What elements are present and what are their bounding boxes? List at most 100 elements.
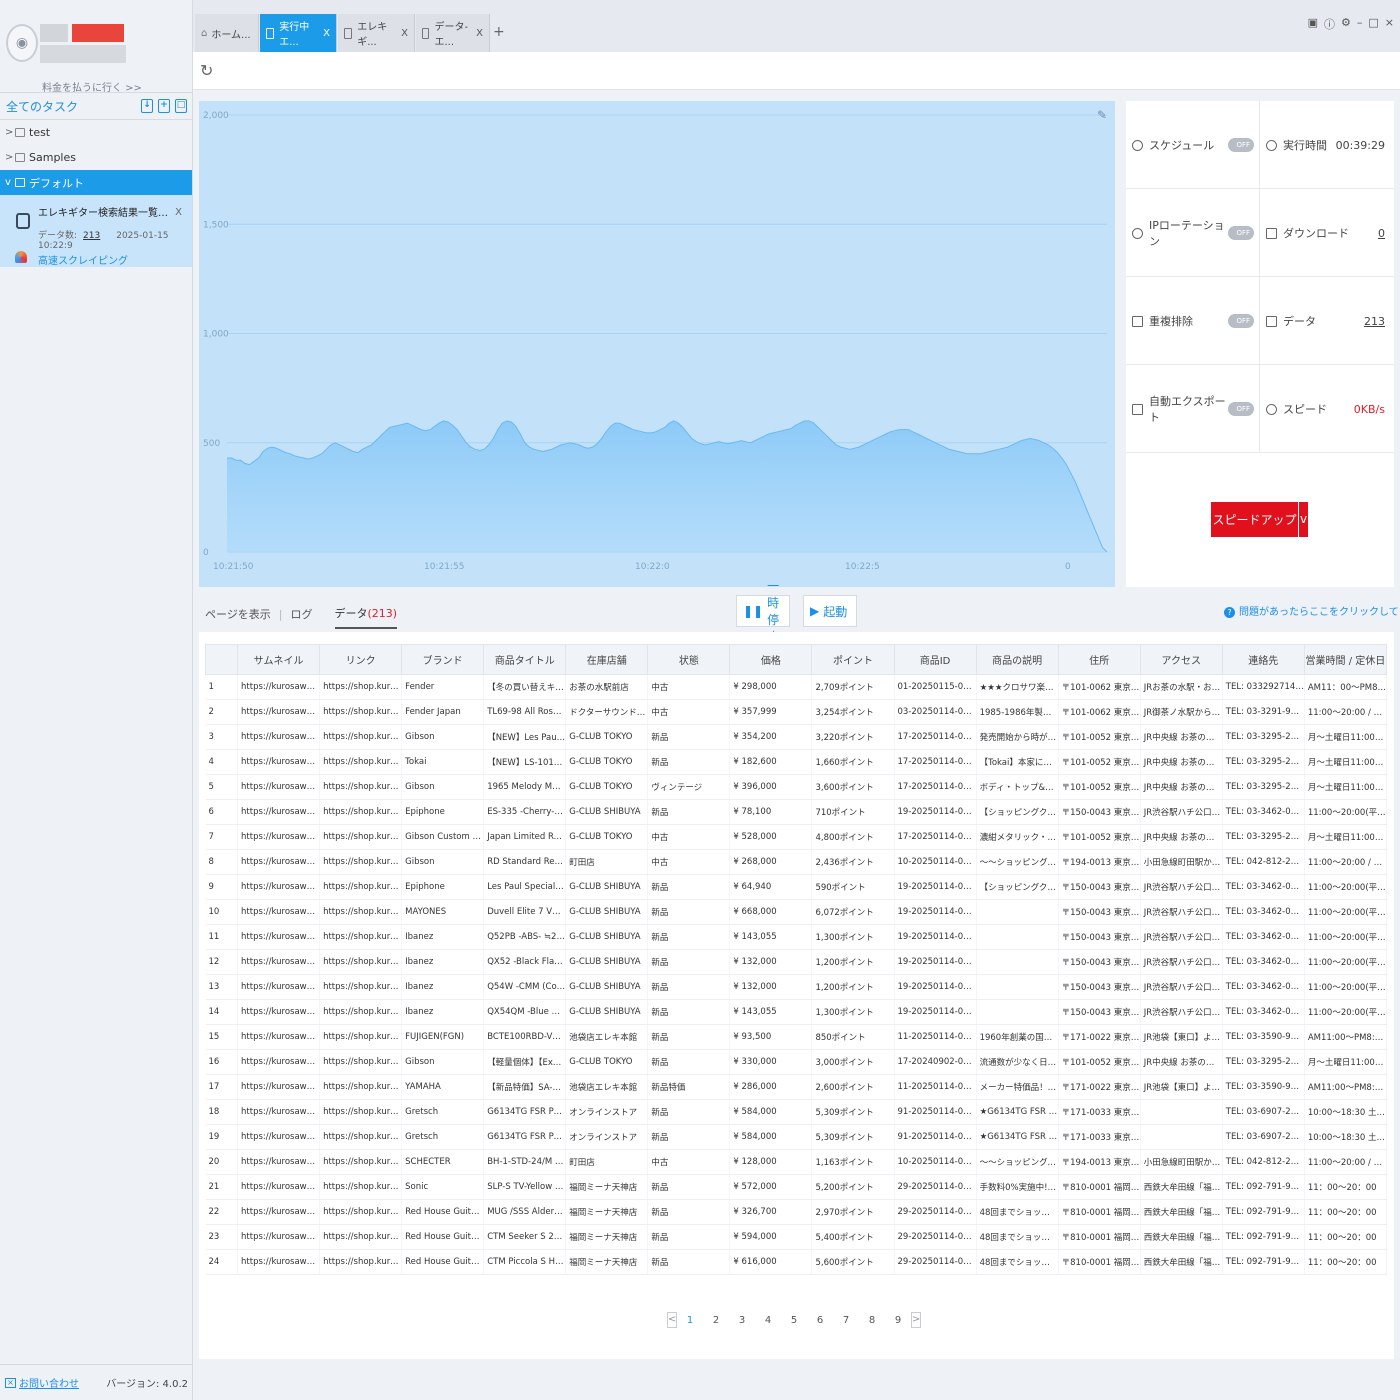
page-number[interactable]: 9: [885, 1315, 911, 1326]
column-header[interactable]: 商品タイトル: [483, 644, 567, 675]
table-row[interactable]: 13https://kurosawagakki.s3...https://sho…: [205, 974, 1388, 1000]
page-number[interactable]: 7: [833, 1315, 859, 1326]
column-header[interactable]: 住所: [1057, 644, 1141, 675]
table-row[interactable]: 2https://kurosawagakki.s3...https://shop…: [205, 699, 1388, 725]
table-row[interactable]: 22https://kurosawagakki.s3...https://sho…: [205, 1199, 1388, 1225]
table-row[interactable]: 23https://kurosawagakki.s3...https://sho…: [205, 1224, 1388, 1250]
speed-up-button[interactable]: スピードアップ v: [1211, 502, 1308, 537]
page-number[interactable]: 4: [755, 1315, 781, 1326]
tab-electric-guitar[interactable]: エレキギ... X: [338, 14, 415, 52]
download-value[interactable]: 0: [1378, 227, 1385, 240]
column-header[interactable]: サムネイル: [237, 644, 321, 675]
refresh-icon[interactable]: ↻: [200, 61, 213, 80]
page-number[interactable]: 5: [781, 1315, 807, 1326]
tab-data-view[interactable]: データ(213): [334, 605, 398, 629]
column-header[interactable]: ブランド: [401, 644, 485, 675]
data-value[interactable]: 213: [1364, 315, 1385, 328]
column-header[interactable]: 状態: [647, 644, 731, 675]
all-tasks-title[interactable]: 全てのタスク: [6, 98, 141, 115]
pause-button[interactable]: ❚❚ 一時停止: [736, 579, 790, 644]
page-number[interactable]: 2: [703, 1315, 729, 1326]
table-row[interactable]: 6https://kurosawagakki.s3...https://shop…: [205, 799, 1388, 825]
table-row[interactable]: 10https://kurosawagakki.s3...https://sho…: [205, 899, 1388, 925]
edit-icon[interactable]: ✎: [1097, 108, 1107, 122]
table-row[interactable]: 7https://kurosawagakki.s3...https://shop…: [205, 824, 1388, 850]
tab-close-icon[interactable]: X: [323, 28, 330, 39]
new-tab-button[interactable]: +: [493, 24, 505, 40]
chevron-down-icon[interactable]: v: [1298, 502, 1308, 537]
table-row[interactable]: 16https://kurosawagakki.s3...https://sho…: [205, 1049, 1388, 1075]
tab-close-icon[interactable]: X: [476, 28, 483, 39]
next-page-button[interactable]: >: [911, 1312, 921, 1328]
folder-test[interactable]: > test: [0, 120, 192, 145]
data-count-value[interactable]: 213: [83, 231, 100, 241]
column-header[interactable]: ポイント: [811, 644, 895, 675]
tab-home[interactable]: ⌂ ホーム...: [195, 14, 259, 52]
tab-log[interactable]: ログ: [291, 606, 313, 628]
close-window-icon[interactable]: ×: [1385, 16, 1394, 32]
minimize-icon[interactable]: –: [1357, 16, 1363, 32]
table-row[interactable]: 3https://kurosawagakki.s3...https://shop…: [205, 724, 1388, 750]
tab-running[interactable]: 実行中エ... X: [260, 14, 337, 52]
table-cell: 中古: [647, 1149, 731, 1175]
prev-page-button[interactable]: <: [667, 1312, 677, 1328]
import-task-icon[interactable]: ↓: [141, 99, 153, 113]
page-number[interactable]: 6: [807, 1315, 833, 1326]
help-icon[interactable]: ⓘ: [1324, 16, 1335, 32]
tab-label: 実行中エ...: [279, 22, 310, 48]
fast-scraping-label[interactable]: 高速スクレイピング: [38, 252, 128, 267]
column-header[interactable]: 営業時間 / 定休日: [1303, 644, 1388, 675]
table-row[interactable]: 20https://kurosawagakki.s3...https://sho…: [205, 1149, 1388, 1175]
table-row[interactable]: 11https://kurosawagakki.s3...https://sho…: [205, 924, 1388, 950]
table-row[interactable]: 12https://kurosawagakki.s3...https://sho…: [205, 949, 1388, 975]
table-row[interactable]: 21https://kurosawagakki.s3...https://sho…: [205, 1174, 1388, 1200]
table-row[interactable]: 17https://kurosawagakki.s3...https://sho…: [205, 1074, 1388, 1100]
table-row[interactable]: 8https://kurosawagakki.s3...https://shop…: [205, 849, 1388, 875]
column-header[interactable]: [204, 644, 239, 675]
pay-link[interactable]: 料金を払うに行く >>: [42, 79, 142, 94]
table-row[interactable]: 5https://kurosawagakki.s3...https://shop…: [205, 774, 1388, 800]
tab-page-view[interactable]: ページを表示: [205, 606, 271, 628]
page-number[interactable]: 3: [729, 1315, 755, 1326]
column-header[interactable]: 商品の説明: [975, 644, 1059, 675]
help-link[interactable]: ? 問題があったらここをクリックしてください: [1224, 603, 1400, 618]
auto-export-toggle[interactable]: OFF: [1228, 402, 1254, 416]
gift-icon[interactable]: ▣: [1308, 16, 1318, 32]
new-task-icon[interactable]: +: [158, 99, 170, 113]
table-row[interactable]: 14https://kurosawagakki.s3...https://sho…: [205, 999, 1388, 1025]
table-row[interactable]: 19https://kurosawagakki.s3...https://sho…: [205, 1124, 1388, 1150]
task-item[interactable]: エレキギター検索結果一覧 |【クロサワ楽器店】 X データ数:2132025-0…: [0, 195, 192, 267]
column-header[interactable]: 商品ID: [893, 644, 977, 675]
maximize-icon[interactable]: □: [1368, 16, 1378, 32]
page-number[interactable]: 1: [677, 1315, 703, 1326]
table-row[interactable]: 4https://kurosawagakki.s3...https://shop…: [205, 749, 1388, 775]
avatar-icon[interactable]: ◉: [6, 24, 38, 62]
tab-close-icon[interactable]: X: [401, 28, 408, 39]
column-header[interactable]: リンク: [319, 644, 403, 675]
contact-link[interactable]: お問い合わせ: [19, 1375, 106, 1390]
column-header[interactable]: 連絡先: [1221, 644, 1305, 675]
dedup-toggle[interactable]: OFF: [1228, 314, 1254, 328]
table-row[interactable]: 18https://kurosawagakki.s3...https://sho…: [205, 1099, 1388, 1125]
folder-samples[interactable]: > Samples: [0, 145, 192, 170]
table-row[interactable]: 24https://kurosawagakki.s3...https://sho…: [205, 1249, 1388, 1275]
tab-data[interactable]: データ-エ... X: [416, 14, 490, 52]
table-row[interactable]: 9https://kurosawagakki.s3...https://shop…: [205, 874, 1388, 900]
table-cell: https://shop.kurosawaga...: [319, 774, 403, 800]
settings-icon[interactable]: ⚙: [1341, 16, 1351, 32]
ip-rotation-toggle[interactable]: OFF: [1228, 226, 1254, 240]
table-cell: お茶の水駅前店: [565, 674, 649, 700]
table-cell: 19-20250114-00168367: [894, 924, 977, 950]
page-number[interactable]: 8: [859, 1315, 885, 1326]
table-cell: 〒171-0033 東京都豊島...: [1058, 1124, 1141, 1150]
column-header[interactable]: 価格: [729, 644, 813, 675]
new-folder-icon[interactable]: □: [175, 99, 187, 113]
column-header[interactable]: 在庫店舗: [565, 644, 649, 675]
schedule-toggle[interactable]: OFF: [1228, 138, 1254, 152]
table-row[interactable]: 1https://kurosawagakki.s3...https://shop…: [205, 674, 1388, 700]
start-button[interactable]: ▶ 起動: [803, 595, 857, 627]
table-row[interactable]: 15https://kurosawagakki.s3...https://sho…: [205, 1024, 1388, 1050]
task-close-icon[interactable]: X: [175, 207, 182, 218]
column-header[interactable]: アクセス: [1139, 644, 1223, 675]
folder-default[interactable]: v デフォルト: [0, 170, 192, 195]
